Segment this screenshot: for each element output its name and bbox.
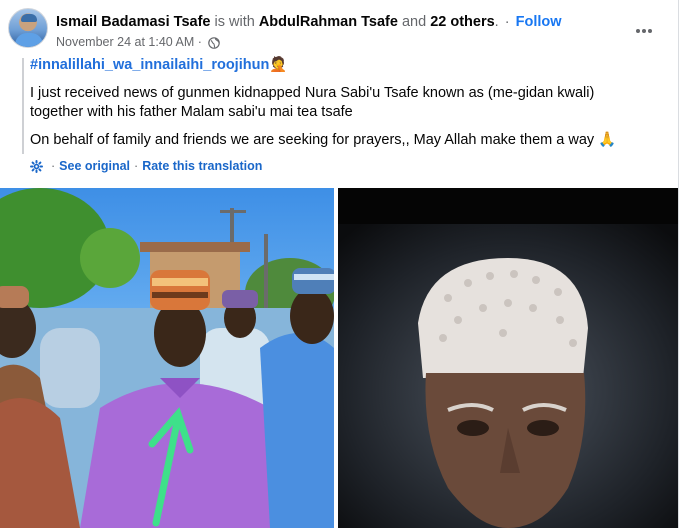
crowd-photo[interactable]	[0, 188, 334, 528]
post-timestamp[interactable]: November 24 at 1:40 AM	[56, 35, 194, 49]
hashtag-link[interactable]: #innalillahi_wa_innailaihi_roojihun	[30, 57, 269, 73]
translation-sep-2: ·	[134, 159, 139, 173]
and-text: and	[397, 14, 431, 30]
facepalm-emoji: 🤦	[269, 57, 288, 73]
avatar-robe	[15, 33, 43, 47]
pray-emoji: 🙏	[598, 132, 617, 148]
author-name[interactable]: Ismail Badamasi Tsafe	[56, 14, 210, 30]
see-original-link[interactable]: See original	[59, 159, 130, 173]
rate-translation-link[interactable]: Rate this translation	[142, 159, 262, 173]
meta-separator: ·	[197, 35, 202, 49]
tagged-name[interactable]: AbdulRahman Tsafe	[259, 14, 398, 30]
globe-icon[interactable]	[208, 37, 221, 53]
post-meta: November 24 at 1:40 AM ·	[56, 34, 221, 53]
elder-portrait-photo[interactable]	[338, 188, 678, 528]
avatar-cap	[21, 14, 37, 22]
photo-grid	[0, 188, 678, 528]
post-card: Ismail Badamasi Tsafe is with AbdulRahma…	[0, 0, 679, 528]
header-separator: ·	[504, 14, 510, 30]
more-horizontal-icon	[634, 21, 654, 39]
post-header: Ismail Badamasi Tsafe is with AbdulRahma…	[0, 0, 678, 60]
more-options-button[interactable]	[626, 16, 662, 44]
author-avatar[interactable]	[8, 8, 48, 48]
others-link[interactable]: 22 others	[430, 14, 494, 30]
post-text-line2: On behalf of family and friends we are s…	[30, 131, 650, 150]
post-body: #innalillahi_wa_innailaihi_roojihun🤦 I j…	[30, 56, 650, 150]
period-text: .	[494, 14, 499, 30]
gear-icon	[30, 160, 43, 177]
with-text: is with	[210, 14, 259, 30]
post-text-line1: I just received news of gunmen kidnapped…	[30, 85, 595, 120]
post-text-line2-text: On behalf of family and friends we are s…	[30, 132, 595, 148]
translation-controls: · See original · Rate this translation	[30, 158, 262, 174]
follow-button[interactable]: Follow	[516, 14, 562, 30]
translation-quote-bar	[22, 58, 24, 154]
hashtag-line: #innalillahi_wa_innailaihi_roojihun🤦	[30, 56, 650, 75]
translation-sep-1: ·	[51, 159, 56, 173]
author-line: Ismail Badamasi Tsafe is with AbdulRahma…	[56, 13, 576, 31]
